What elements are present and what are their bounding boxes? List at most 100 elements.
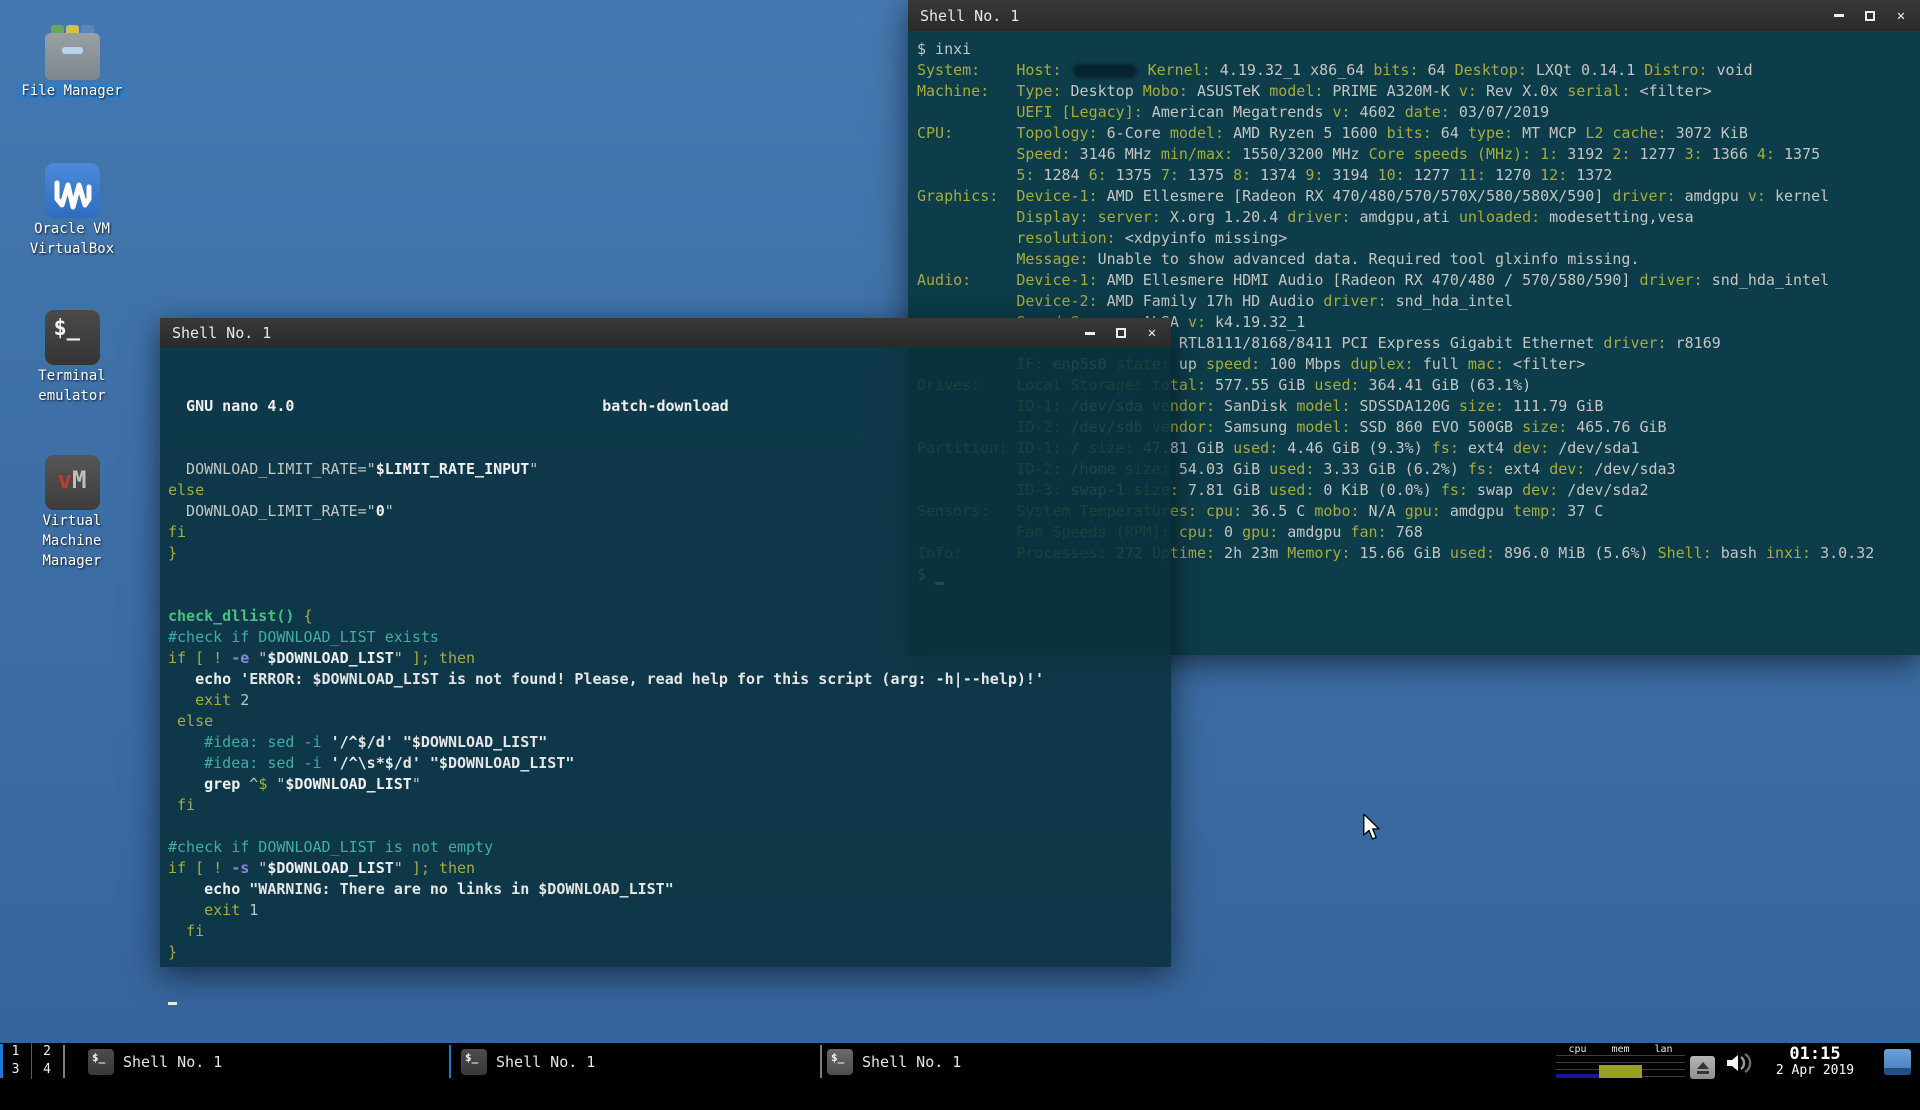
workspace-cell-2[interactable]: 2 <box>31 1043 62 1061</box>
workspace-cell-1[interactable]: 1 <box>0 1043 31 1061</box>
icon-label: Manager <box>39 553 104 570</box>
taskbar-panel: 1234 $_ Shell No. 1 $_ Shell No. 1 $_ Sh… <box>0 1043 1920 1080</box>
cpu-graph-label: cpu <box>1556 1044 1599 1055</box>
terminal-line: Device-2: AMD Family 17h HD Audio driver… <box>917 291 1920 312</box>
nano-line <box>168 963 1171 984</box>
mouse-cursor <box>1362 814 1380 844</box>
virt-manager-icon: vM <box>45 455 100 510</box>
terminal-window-nano: Shell No. 1 ✕ batch-download GNU nano 4.… <box>160 318 1171 967</box>
desktop-icon-virtualbox[interactable]: Oracle VM VirtualBox <box>12 163 132 258</box>
workspace-pager[interactable]: 1234 <box>0 1043 62 1080</box>
nano-line: fi <box>168 921 1171 942</box>
nano-line: #idea: sed -i '/^\s*$/d' "$DOWNLOAD_LIST… <box>168 753 1171 774</box>
nano-line <box>168 816 1171 837</box>
minimize-button[interactable] <box>1083 326 1097 340</box>
nano-line: exit 1 <box>168 900 1171 921</box>
task-label: Shell No. 1 <box>496 1053 595 1071</box>
nano-line: } <box>168 942 1171 963</box>
panel-separator-active <box>449 1045 451 1078</box>
icon-label: Machine <box>39 533 104 550</box>
terminal-line: resolution: <xdpyinfo missing> <box>917 228 1920 249</box>
nano-line: fi <box>168 522 1171 543</box>
window-titlebar[interactable]: Shell No. 1 ✕ <box>160 318 1171 348</box>
nano-header: batch-download GNU nano 4.0 <box>168 396 1171 417</box>
panel-separator <box>820 1045 822 1078</box>
workspace-cell-3[interactable]: 3 <box>0 1061 31 1079</box>
nano-line: DOWNLOAD_LIMIT_RATE="$LIMIT_RATE_INPUT" <box>168 459 1171 480</box>
task-button-shell-3[interactable]: $_ Shell No. 1 <box>827 1043 961 1080</box>
nano-line: DOWNLOAD_LIMIT_RATE="0" <box>168 501 1171 522</box>
window-titlebar[interactable]: Shell No. 1 ✕ <box>908 0 1920 31</box>
close-button[interactable]: ✕ <box>1894 9 1908 23</box>
cpu-graph[interactable]: cpu <box>1556 1044 1599 1079</box>
terminal-line: Graphics: Device-1: AMD Ellesmere [Radeo… <box>917 186 1920 207</box>
cpu-graph-fill <box>1556 1074 1599 1078</box>
desktop-icon-virt-manager[interactable]: vM Virtual Machine Manager <box>12 455 132 570</box>
task-button-shell-2[interactable]: $_ Shell No. 1 <box>461 1043 595 1080</box>
nano-line: exit 2 <box>168 690 1171 711</box>
terminal-line: CPU: Topology: 6-Core model: AMD Ryzen 5… <box>917 123 1920 144</box>
terminal-line: Speed: 3146 MHz min/max: 1550/3200 MHz C… <box>917 144 1920 165</box>
terminal-task-icon: $_ <box>88 1049 114 1075</box>
terminal-line: Machine: Type: Desktop Mobo: ASUSTeK mod… <box>917 81 1920 102</box>
text-cursor <box>168 991 177 1005</box>
desktop-icon-terminal[interactable]: $_ Terminal emulator <box>12 310 132 405</box>
desktop-wallpaper[interactable]: File Manager Oracle VM VirtualBox $_ Ter… <box>0 0 1920 1080</box>
volume-icon[interactable] <box>1725 1052 1761 1078</box>
desktop-icon-file-manager[interactable]: File Manager <box>12 25 132 100</box>
window-title: Shell No. 1 <box>172 324 1083 342</box>
icon-label: Virtual <box>39 513 104 530</box>
terminal-line: Display: server: X.org 1.20.4 driver: am… <box>917 207 1920 228</box>
panel-separator <box>63 1045 65 1078</box>
lan-graph[interactable]: lan <box>1642 1044 1685 1079</box>
terminal-line: Message: Unable to show advanced data. R… <box>917 249 1920 270</box>
icon-label: Oracle VM <box>31 221 113 238</box>
task-button-shell-1[interactable]: $_ Shell No. 1 <box>88 1043 222 1080</box>
show-desktop-button[interactable] <box>1884 1049 1911 1075</box>
nano-line: grep ^$ "$DOWNLOAD_LIST" <box>168 774 1171 795</box>
mem-graph[interactable]: mem <box>1599 1044 1642 1079</box>
nano-line: echo "WARNING: There are no links in $DO… <box>168 879 1171 900</box>
nano-filename: batch-download <box>160 396 1171 417</box>
clock-date: 2 Apr 2019 <box>1770 1063 1860 1078</box>
nano-line: fi <box>168 795 1171 816</box>
icon-label: File Manager <box>18 83 125 100</box>
terminal-line: Audio: Device-1: AMD Ellesmere HDMI Audi… <box>917 270 1920 291</box>
mem-graph-label: mem <box>1599 1044 1642 1055</box>
nano-line: #check if DOWNLOAD_LIST is not empty <box>168 837 1171 858</box>
nano-line <box>168 585 1171 606</box>
terminal-line: $ inxi <box>917 39 1920 60</box>
mem-graph-fill <box>1599 1065 1642 1078</box>
window-title: Shell No. 1 <box>920 7 1832 25</box>
redacted-hostname <box>1073 64 1137 78</box>
clock-widget[interactable]: 01:15 2 Apr 2019 <box>1770 1045 1860 1078</box>
nano-line: if [ ! -e "$DOWNLOAD_LIST" ]; then <box>168 648 1171 669</box>
removable-media-icon[interactable] <box>1690 1056 1715 1079</box>
nano-editor[interactable]: batch-download GNU nano 4.0 DOWNLOAD_LIM… <box>160 348 1171 967</box>
lan-graph-label: lan <box>1642 1044 1685 1055</box>
nano-line: #check if DOWNLOAD_LIST exists <box>168 627 1171 648</box>
system-monitor-graphs[interactable]: cpu mem lan <box>1556 1043 1686 1080</box>
close-button[interactable]: ✕ <box>1145 326 1159 340</box>
active-workspace-indicator <box>0 1044 3 1078</box>
minimize-button[interactable] <box>1832 9 1846 23</box>
nano-line <box>168 564 1171 585</box>
virtualbox-icon <box>45 163 100 218</box>
task-label: Shell No. 1 <box>123 1053 222 1071</box>
nano-line: } <box>168 543 1171 564</box>
clock-time: 01:15 <box>1770 1045 1860 1063</box>
file-manager-icon <box>45 25 100 80</box>
nano-line: echo 'ERROR: $DOWNLOAD_LIST is not found… <box>168 669 1171 690</box>
terminal-line: System: Host: Kernel: 4.19.32_1 x86_64 b… <box>917 60 1920 81</box>
icon-label: VirtualBox <box>27 241 117 258</box>
nano-line: check_dllist() { <box>168 606 1171 627</box>
icon-label: emulator <box>35 388 108 405</box>
nano-line: if [ ! -s "$DOWNLOAD_LIST" ]; then <box>168 858 1171 879</box>
terminal-line: 5: 1284 6: 1375 7: 1375 8: 1374 9: 3194 … <box>917 165 1920 186</box>
nano-line: else <box>168 480 1171 501</box>
nano-line <box>168 984 1171 1005</box>
maximize-button[interactable] <box>1863 9 1877 23</box>
icon-label: Terminal <box>35 368 108 385</box>
workspace-cell-4[interactable]: 4 <box>31 1061 62 1079</box>
maximize-button[interactable] <box>1114 326 1128 340</box>
